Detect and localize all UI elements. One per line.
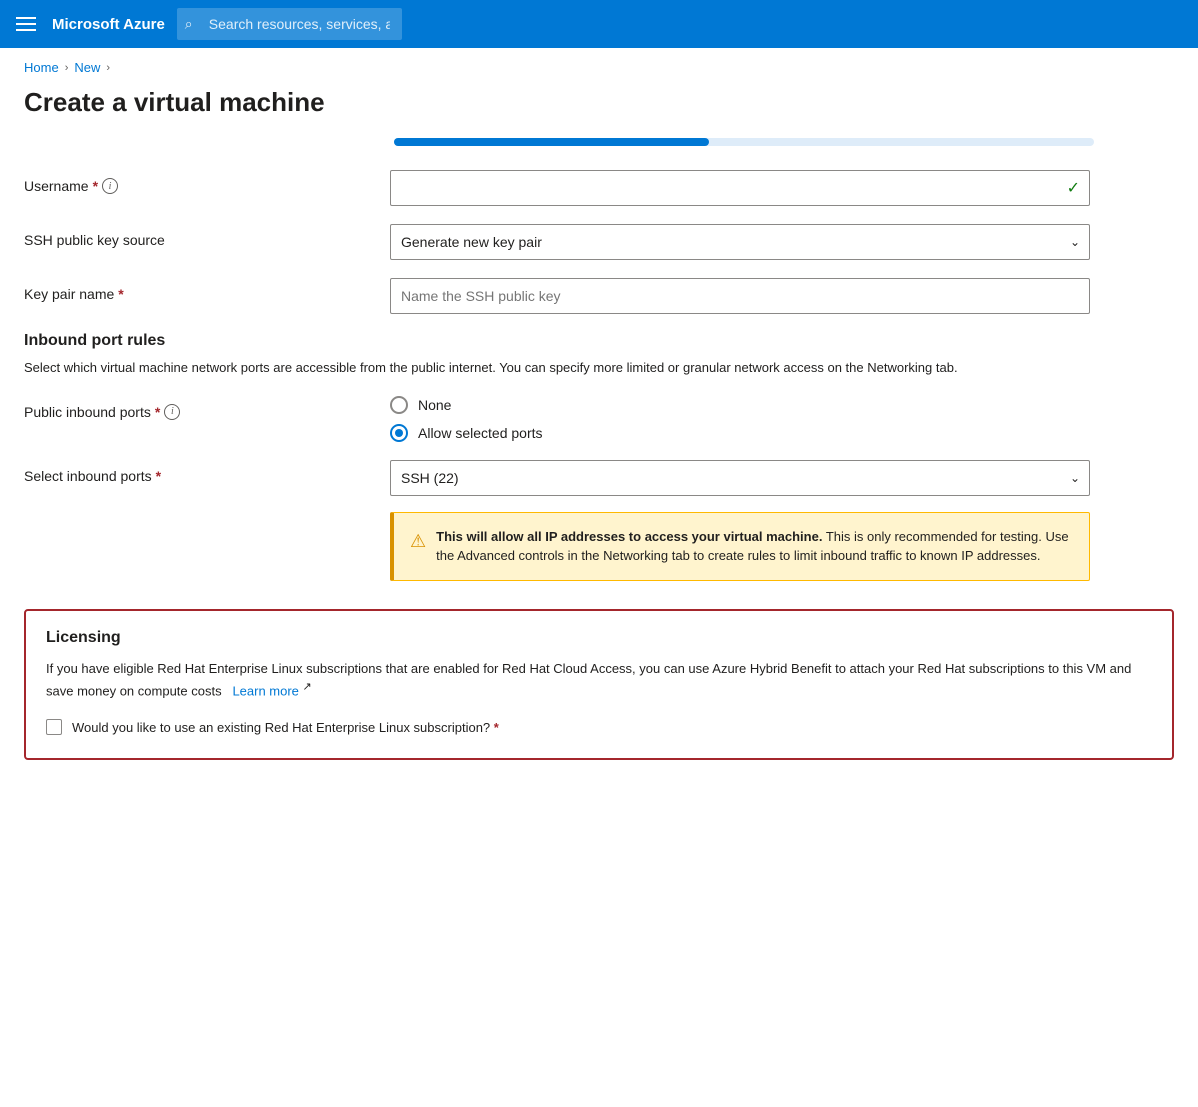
learn-more-link[interactable]: Learn more bbox=[232, 684, 298, 699]
username-info-icon[interactable]: i bbox=[102, 178, 118, 194]
select-ports-control: SSH (22) ⌄ ⚠ This will allow all IP addr… bbox=[390, 460, 1090, 581]
progress-bar-fill bbox=[394, 138, 709, 146]
key-pair-label: Key pair name * bbox=[24, 278, 374, 302]
licensing-title: Licensing bbox=[46, 629, 1152, 647]
username-required: * bbox=[93, 178, 98, 194]
select-ports-wrapper: SSH (22) ⌄ bbox=[390, 460, 1090, 496]
ssh-source-select[interactable]: Generate new key pair bbox=[390, 224, 1090, 260]
breadcrumb-new[interactable]: New bbox=[74, 60, 100, 75]
radio-none[interactable]: None bbox=[390, 396, 1090, 414]
key-pair-required: * bbox=[118, 286, 123, 302]
public-ports-label: Public inbound ports * i bbox=[24, 396, 374, 420]
radio-none-circle bbox=[390, 396, 408, 414]
warning-bold-text: This will allow all IP addresses to acce… bbox=[436, 529, 822, 544]
select-ports-required: * bbox=[156, 468, 161, 484]
licensing-box: Licensing If you have eligible Red Hat E… bbox=[24, 609, 1174, 760]
inbound-heading: Inbound port rules bbox=[24, 332, 1174, 350]
radio-allow-label: Allow selected ports bbox=[418, 425, 543, 441]
warning-box: ⚠ This will allow all IP addresses to ac… bbox=[390, 512, 1090, 581]
warning-icon: ⚠ bbox=[410, 528, 426, 555]
ssh-source-control: Generate new key pair ⌄ bbox=[390, 224, 1090, 260]
key-pair-control bbox=[390, 278, 1090, 314]
breadcrumb-home[interactable]: Home bbox=[24, 60, 59, 75]
username-check-icon: ✓ bbox=[1067, 178, 1080, 198]
search-wrapper: ⌕ bbox=[177, 8, 877, 40]
top-nav: Microsoft Azure ⌕ bbox=[0, 0, 1198, 48]
select-ports-row: Select inbound ports * SSH (22) ⌄ ⚠ This… bbox=[24, 460, 1174, 581]
ssh-source-row: SSH public key source Generate new key p… bbox=[24, 224, 1174, 260]
breadcrumb-sep-2: › bbox=[106, 62, 110, 74]
page-content: Create a virtual machine Username * i az… bbox=[0, 79, 1198, 792]
select-ports-label: Select inbound ports * bbox=[24, 460, 374, 484]
checkbox-label: Would you like to use an existing Red Ha… bbox=[72, 718, 499, 738]
redhat-subscription-checkbox[interactable] bbox=[46, 719, 62, 735]
external-link-icon: ↗ bbox=[303, 681, 312, 693]
search-input[interactable] bbox=[177, 8, 402, 40]
radio-none-label: None bbox=[418, 397, 451, 413]
key-pair-row: Key pair name * bbox=[24, 278, 1174, 314]
username-input[interactable]: azureuser bbox=[390, 170, 1090, 206]
checkbox-row: Would you like to use an existing Red Ha… bbox=[46, 718, 1152, 738]
radio-group: None Allow selected ports bbox=[390, 396, 1090, 442]
inbound-desc: Select which virtual machine network por… bbox=[24, 358, 1174, 378]
public-ports-control: None Allow selected ports bbox=[390, 396, 1090, 442]
username-input-wrapper: azureuser ✓ bbox=[390, 170, 1090, 206]
ssh-source-select-wrapper: Generate new key pair ⌄ bbox=[390, 224, 1090, 260]
warning-box-inner: ⚠ This will allow all IP addresses to ac… bbox=[410, 527, 1073, 566]
breadcrumb: Home › New › bbox=[0, 48, 1198, 79]
ssh-source-label: SSH public key source bbox=[24, 224, 374, 248]
username-row: Username * i azureuser ✓ bbox=[24, 170, 1174, 206]
radio-allow-dot bbox=[395, 429, 403, 437]
public-ports-required: * bbox=[155, 404, 160, 420]
select-ports-select[interactable]: SSH (22) bbox=[390, 460, 1090, 496]
radio-allow[interactable]: Allow selected ports bbox=[390, 424, 1090, 442]
breadcrumb-sep-1: › bbox=[65, 62, 69, 74]
username-control: azureuser ✓ bbox=[390, 170, 1090, 206]
public-ports-info-icon[interactable]: i bbox=[164, 404, 180, 420]
radio-allow-circle bbox=[390, 424, 408, 442]
key-pair-input[interactable] bbox=[390, 278, 1090, 314]
licensing-text: If you have eligible Red Hat Enterprise … bbox=[46, 659, 1152, 703]
username-label: Username * i bbox=[24, 170, 374, 194]
hamburger-menu[interactable] bbox=[12, 13, 40, 35]
page-title: Create a virtual machine bbox=[24, 87, 1174, 118]
public-ports-row: Public inbound ports * i None Allow sele… bbox=[24, 396, 1174, 442]
brand-name: Microsoft Azure bbox=[52, 16, 165, 33]
progress-bar-container bbox=[394, 138, 1094, 146]
warning-text: This will allow all IP addresses to acce… bbox=[436, 527, 1073, 566]
checkbox-required: * bbox=[494, 720, 499, 735]
